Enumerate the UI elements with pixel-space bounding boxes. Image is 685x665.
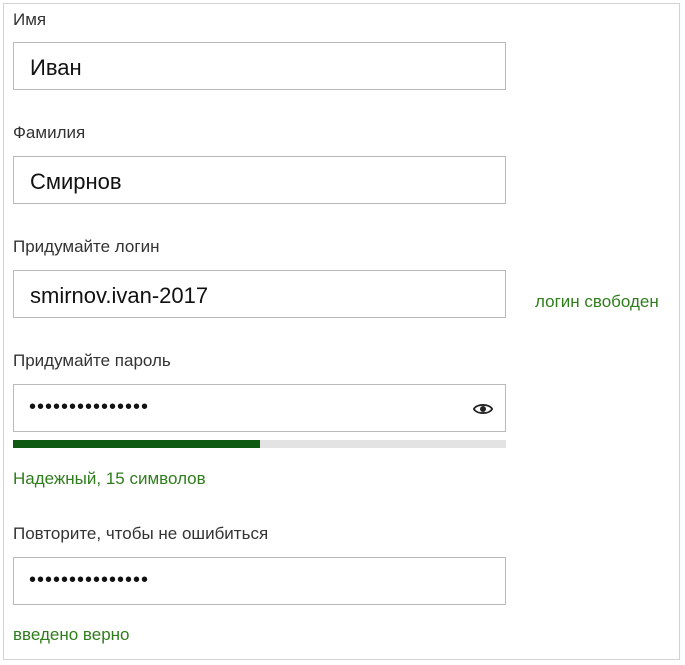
password-field[interactable]: ••••••••••••••• [13,384,506,432]
first-name-label: Имя [13,10,47,29]
login-label: Придумайте логин [13,237,160,256]
login-value: smirnov.ivan-2017 [30,283,209,308]
password-masked-value: ••••••••••••••• [29,396,150,418]
password-strength-fill [13,440,260,448]
last-name-value: Смирнов [30,169,122,194]
eye-icon[interactable] [472,399,494,419]
password-strength-bar [13,440,506,448]
login-available-status: логин свободен [535,292,659,311]
first-name-field[interactable]: Иван [13,42,506,90]
password-repeat-status: введено верно [13,625,130,644]
first-name-value: Иван [30,55,82,80]
password-strength-text: Надежный, 15 символов [13,469,206,488]
password-repeat-masked-value: ••••••••••••••• [29,569,150,591]
last-name-field[interactable]: Смирнов [13,156,506,204]
login-field[interactable]: smirnov.ivan-2017 [13,270,506,318]
password-repeat-field[interactable]: ••••••••••••••• [13,557,506,605]
password-repeat-label: Повторите, чтобы не ошибиться [13,524,269,543]
password-label: Придумайте пароль [13,351,171,370]
last-name-label: Фамилия [13,123,86,142]
